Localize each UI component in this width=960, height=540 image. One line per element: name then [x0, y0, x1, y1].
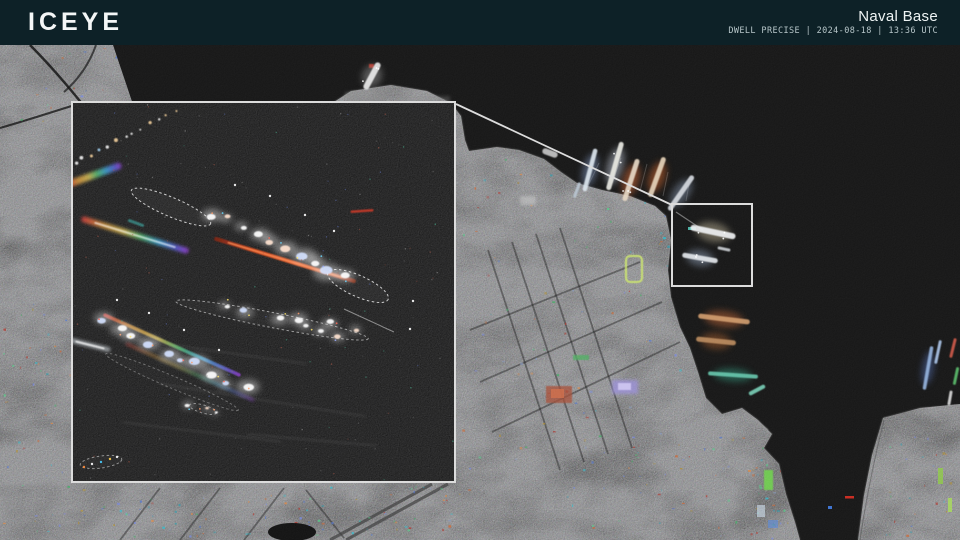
header-bar: ICEYE Naval Base DWELL PRECISE | 2024-08… [0, 0, 960, 45]
iceye-logo: ICEYE [28, 0, 123, 45]
sar-image-canvas [0, 45, 960, 540]
page-title: Naval Base [728, 8, 938, 25]
sar-image-view [0, 45, 960, 540]
inset-magnifier [66, 102, 455, 482]
header-text-block: Naval Base DWELL PRECISE | 2024-08-18 | … [728, 8, 938, 37]
iceye-imagery-viewer: ICEYE Naval Base DWELL PRECISE | 2024-08… [0, 0, 960, 540]
capture-metadata: DWELL PRECISE | 2024-08-18 | 13:36 UTC [728, 27, 938, 37]
